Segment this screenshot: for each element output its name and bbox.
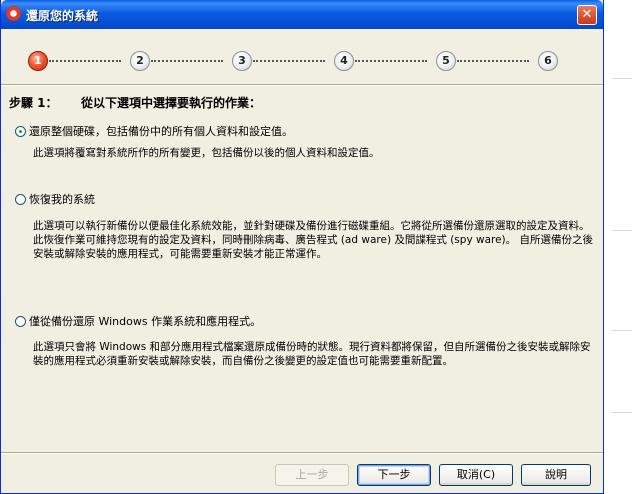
- step-connector: [355, 60, 427, 62]
- radio-recover-system[interactable]: [15, 193, 26, 205]
- option-restore-entire-disk[interactable]: 還原整個硬碟，包括備份中的所有個人資料和設定值。: [15, 123, 293, 139]
- option-recover-system[interactable]: 恢復我的系統: [15, 191, 95, 207]
- radio-restore-entire-disk[interactable]: [15, 125, 26, 137]
- option-label[interactable]: 還原整個硬碟，包括備份中的所有個人資料和設定值。: [29, 123, 293, 139]
- help-button[interactable]: 說明: [521, 464, 591, 486]
- footer-divider: [1, 452, 603, 454]
- step-instruction: 從以下選項中選擇要執行的作業：: [81, 96, 262, 110]
- option-description: 此選項可以執行新備份以便最佳化系統效能，並針對硬碟及備份進行磁碟重組。它將從所選…: [33, 220, 593, 260]
- next-button[interactable]: 下一步: [357, 464, 431, 486]
- option-label[interactable]: 恢復我的系統: [29, 191, 95, 207]
- step-5-indicator: 5: [436, 51, 456, 71]
- background-page-edge: [612, 0, 640, 494]
- cancel-button[interactable]: 取消(C): [439, 464, 513, 486]
- background-rule: [612, 330, 632, 331]
- step-connector: [151, 60, 223, 62]
- step-1-indicator: 1: [28, 51, 48, 71]
- background-rule: [612, 78, 632, 79]
- step-6-indicator: 6: [538, 51, 558, 71]
- step-connector: [457, 60, 529, 62]
- option-description: 此選項將覆寫對系統所作的所有變更，包括備份以後的個人資料和設定值。: [33, 147, 380, 159]
- close-icon: ✕: [581, 7, 593, 22]
- option-label[interactable]: 僅從備份還原 Windows 作業系統和應用程式。: [29, 313, 261, 329]
- background-rule: [612, 230, 632, 231]
- step-connector: [253, 60, 325, 62]
- step-progress: 1 2 3 4 5 6: [1, 44, 603, 78]
- step-connector: [49, 60, 121, 62]
- option-description: 此選項只會將 Windows 和部分應用程式檔案還原成備份時的狀態。現行資料都將…: [33, 341, 591, 367]
- back-button[interactable]: 上一步: [275, 464, 349, 486]
- radio-restore-os-apps[interactable]: [15, 315, 26, 327]
- close-button[interactable]: ✕: [577, 5, 597, 25]
- step-4-indicator: 4: [334, 51, 354, 71]
- background-rule: [612, 412, 632, 413]
- step-2-indicator: 2: [130, 51, 150, 71]
- window-title: 還原您的系統: [26, 9, 99, 23]
- step-3-indicator: 3: [232, 51, 252, 71]
- option-restore-os-apps[interactable]: 僅從備份還原 Windows 作業系統和應用程式。: [15, 313, 261, 329]
- title-bar[interactable]: 還原您的系統 ✕: [1, 0, 603, 29]
- restore-dialog: 還原您的系統 ✕ 1 2 3 4 5 6 步驟 1： 從以下選項中選擇要執行的作…: [0, 0, 604, 494]
- step-number-label: 步驟 1：: [9, 96, 58, 110]
- header-divider: [1, 84, 603, 86]
- restore-app-icon: [6, 6, 21, 21]
